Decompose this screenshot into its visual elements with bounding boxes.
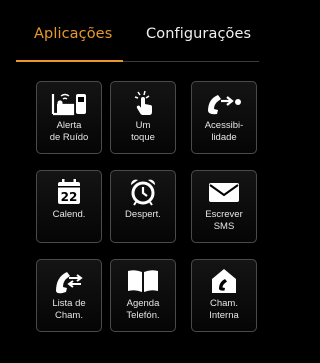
tile-label: Lista de Cham. bbox=[52, 298, 86, 321]
tile-phonebook[interactable]: Agenda Telefón. bbox=[110, 259, 176, 332]
alarm-clock-icon bbox=[111, 177, 175, 207]
tile-label: Agenda Telefón. bbox=[126, 298, 160, 321]
one-touch-icon bbox=[111, 88, 175, 118]
tile-write-sms[interactable]: Escrever SMS bbox=[191, 170, 257, 243]
accessibility-call-icon bbox=[192, 88, 256, 118]
call-list-icon bbox=[37, 266, 101, 296]
envelope-icon bbox=[192, 177, 256, 207]
calendar-day-number: 22 bbox=[61, 190, 78, 204]
active-tab-indicator bbox=[16, 60, 123, 62]
internal-call-icon bbox=[192, 266, 256, 296]
tile-accessibility[interactable]: Acessibi- lidade bbox=[191, 81, 257, 154]
tab-settings[interactable]: Configurações bbox=[146, 26, 251, 42]
tile-label: Escrever SMS bbox=[205, 209, 243, 232]
tile-label: Um toque bbox=[131, 120, 155, 143]
tile-internal-call[interactable]: Cham. Interna bbox=[191, 259, 257, 332]
tile-label: Acessibi- lidade bbox=[204, 120, 244, 143]
tile-call-list[interactable]: Lista de Cham. bbox=[36, 259, 102, 332]
tile-one-touch[interactable]: Um toque bbox=[110, 81, 176, 154]
noise-alert-icon bbox=[37, 88, 101, 118]
tile-calendar[interactable]: 22 Calend. bbox=[36, 170, 102, 243]
tile-noise-alert[interactable]: Alerta de Ruído bbox=[36, 81, 102, 154]
tab-applications[interactable]: Aplicações bbox=[34, 26, 112, 42]
tile-label: Calend. bbox=[52, 209, 86, 220]
phonebook-icon bbox=[111, 266, 175, 296]
app-menu-screen: Aplicações Configurações Alerta de Ruído bbox=[0, 0, 275, 363]
tile-alarm[interactable]: Despert. bbox=[110, 170, 176, 243]
tile-label: Alerta de Ruído bbox=[49, 120, 89, 143]
calendar-icon: 22 bbox=[37, 177, 101, 207]
tab-bar: Aplicações Configurações bbox=[0, 20, 275, 62]
tile-label: Despert. bbox=[125, 209, 161, 220]
tile-label: Cham. Interna bbox=[209, 298, 239, 321]
